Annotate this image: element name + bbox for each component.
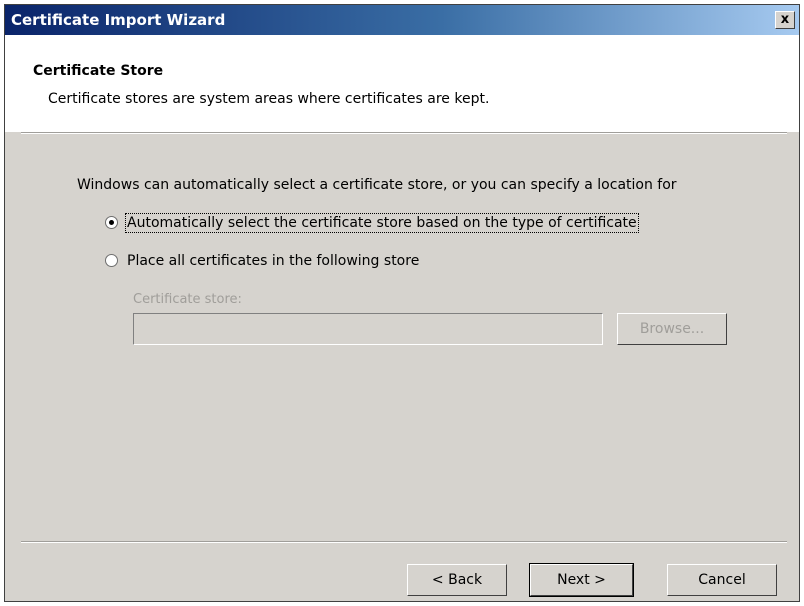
auto-select-store-label[interactable]: Automatically select the certificate sto…: [125, 213, 639, 233]
header-divider: [21, 132, 787, 134]
page-subtitle: Certificate stores are system areas wher…: [48, 91, 490, 107]
auto-select-store-option[interactable]: Automatically select the certificate sto…: [105, 213, 639, 233]
wizard-header: Certificate Store Certificate stores are…: [5, 35, 799, 132]
place-in-store-option[interactable]: Place all certificates in the following …: [105, 253, 419, 269]
window-title: Certificate Import Wizard: [11, 11, 226, 29]
next-button[interactable]: Next >: [529, 563, 634, 597]
back-button[interactable]: < Back: [407, 564, 507, 596]
page-title: Certificate Store: [33, 63, 164, 79]
intro-text: Windows can automatically select a certi…: [77, 177, 677, 193]
browse-button: Browse...: [617, 313, 727, 345]
place-in-store-label[interactable]: Place all certificates in the following …: [127, 253, 419, 269]
cancel-button[interactable]: Cancel: [667, 564, 777, 596]
certificate-store-field: [133, 313, 603, 345]
close-button[interactable]: x: [775, 11, 795, 29]
certificate-store-label: Certificate store:: [133, 292, 242, 307]
radio-button-checked[interactable]: [105, 216, 118, 229]
radio-button-unchecked[interactable]: [105, 254, 118, 267]
certificate-import-wizard-dialog: Certificate Import Wizard x Certificate …: [4, 4, 800, 602]
title-bar[interactable]: Certificate Import Wizard x: [5, 5, 799, 35]
footer-divider: [21, 541, 787, 543]
